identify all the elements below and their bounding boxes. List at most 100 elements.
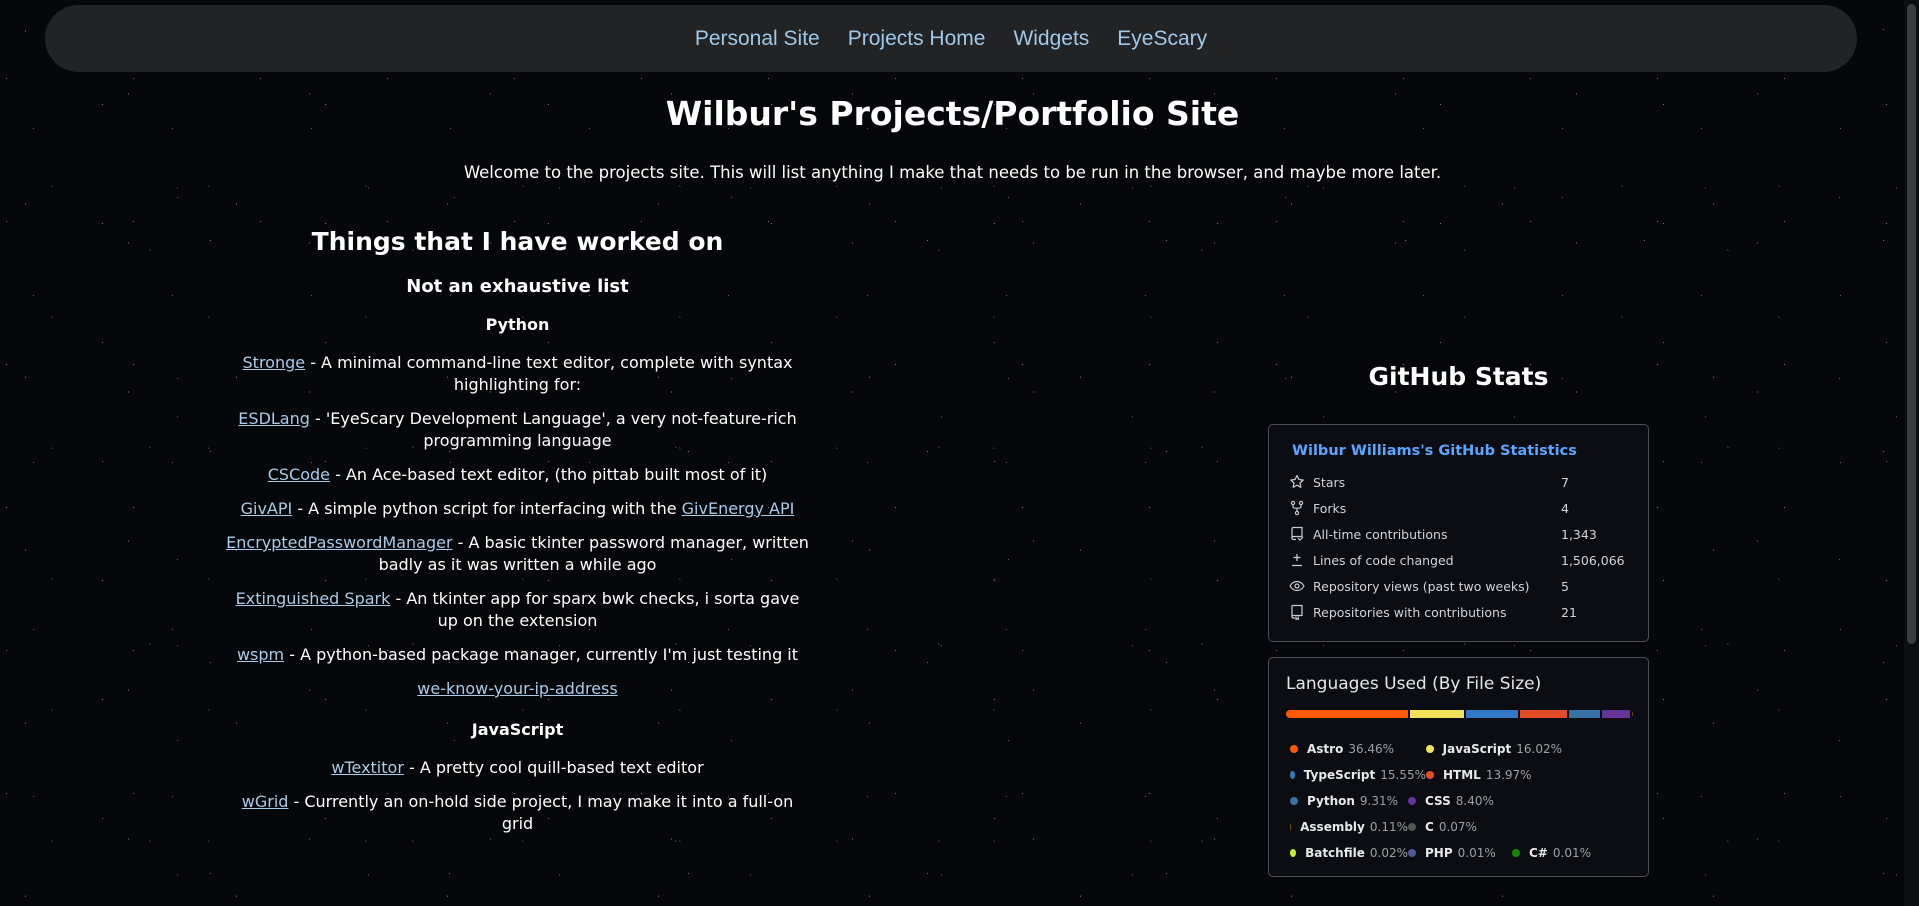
- scrollbar-thumb[interactable]: [1907, 4, 1916, 644]
- star-icon: [1289, 474, 1305, 490]
- repo-icon: [1289, 604, 1305, 620]
- stat-value: 4: [1561, 500, 1569, 516]
- github-stats-heading: GitHub Stats: [1368, 362, 1549, 391]
- legend-name: JavaScript: [1442, 742, 1512, 756]
- stat-label: Stars: [1313, 474, 1346, 490]
- language-bar-segment: [1465, 710, 1519, 718]
- legend-dot: [1512, 849, 1520, 857]
- stat-value: 21: [1561, 604, 1577, 620]
- legend-item-batchfile: Batchfile 0.02%: [1290, 846, 1408, 860]
- project-item-extinguished-spark: Extinguished Spark - An tkinter app for …: [210, 588, 825, 632]
- project-desc: - A minimal command-line text editor, co…: [305, 353, 793, 394]
- github-stats-card: Wilbur Williams's GitHub Statistics Star…: [1268, 424, 1649, 642]
- project-link-encryptedpasswordmanager[interactable]: EncryptedPasswordManager: [226, 533, 452, 552]
- project-item-cscode: CSCode - An Ace-based text editor, (tho …: [210, 464, 825, 486]
- stat-label: Repositories with contributions: [1313, 604, 1507, 620]
- projects-heading: Things that I have worked on: [311, 227, 724, 256]
- scrollbar-track[interactable]: [1904, 0, 1919, 906]
- project-item-wtextitor: wTextitor - A pretty cool quill-based te…: [210, 757, 825, 779]
- legend-name: CSS: [1425, 794, 1451, 808]
- language-bar-segment: [1568, 710, 1601, 718]
- legend-item-python: Python 9.31%: [1290, 794, 1408, 808]
- legend-item-astro: Astro 36.46%: [1290, 742, 1426, 756]
- project-desc: - Currently an on-hold side project, I m…: [288, 792, 794, 833]
- legend-pct: 0.07%: [1438, 820, 1477, 834]
- stats-card-title: Wilbur Williams's GitHub Statistics: [1292, 443, 1577, 459]
- legend-dot: [1290, 745, 1298, 753]
- legend-row: Python 9.31% CSS 8.40%: [1290, 788, 1640, 814]
- legend-dot: [1408, 797, 1416, 805]
- stat-value: 1,343: [1561, 526, 1597, 542]
- legend-row: Batchfile 0.02% PHP 0.01% C# 0.01%: [1290, 840, 1640, 866]
- legend-item-csharp: C# 0.01%: [1512, 846, 1630, 860]
- stat-label: All-time contributions: [1313, 526, 1448, 542]
- legend-name: PHP: [1425, 846, 1453, 860]
- eye-icon: [1289, 578, 1305, 594]
- project-link-extinguished-spark[interactable]: Extinguished Spark: [236, 589, 391, 608]
- projects-subheading: Not an exhaustive list: [406, 276, 629, 297]
- project-link-stronge[interactable]: Stronge: [243, 353, 306, 372]
- language-bar-segment: [1410, 710, 1464, 718]
- stat-value: 5: [1561, 578, 1569, 594]
- project-desc: - 'EyeScary Development Language', a ver…: [309, 409, 797, 450]
- project-item-wgrid: wGrid - Currently an on-hold side projec…: [210, 791, 825, 835]
- nav-link-widgets[interactable]: Widgets: [1011, 27, 1091, 51]
- language-bar-segment: [1286, 710, 1409, 718]
- legend-name: Batchfile: [1305, 846, 1365, 860]
- nav-link-eyescary[interactable]: EyeScary: [1115, 27, 1209, 51]
- stat-row-repo-views: Repository views (past two weeks) 5: [1289, 574, 1638, 598]
- legend-name: Astro: [1307, 742, 1344, 756]
- legend-item-javascript: JavaScript 16.02%: [1426, 742, 1562, 756]
- page-title: Wilbur's Projects/Portfolio Site: [665, 94, 1240, 133]
- nav-link-projects-home[interactable]: Projects Home: [846, 27, 988, 51]
- fork-icon: [1289, 500, 1305, 516]
- project-desc: - A simple python script for interfacing…: [292, 499, 682, 518]
- legend-pct: 8.40%: [1455, 794, 1494, 808]
- project-link-esdlang[interactable]: ESDLang: [238, 409, 310, 428]
- javascript-heading: JavaScript: [471, 720, 564, 739]
- languages-progress-bar: [1286, 710, 1633, 718]
- legend-item-css: CSS 8.40%: [1408, 794, 1544, 808]
- diff-icon: [1289, 552, 1305, 568]
- legend-pct: 0.01%: [1457, 846, 1496, 860]
- projects-section: Things that I have worked on Not an exha…: [210, 225, 825, 847]
- legend-pct: 15.55%: [1380, 768, 1426, 782]
- languages-card-title: Languages Used (By File Size): [1286, 674, 1542, 694]
- stat-row-stars: Stars 7: [1289, 470, 1638, 494]
- project-desc: - An Ace-based text editor, (tho pittab …: [329, 465, 768, 484]
- legend-name: C#: [1529, 846, 1548, 860]
- legend-item-c: C 0.07%: [1408, 820, 1544, 834]
- project-link-wtextitor[interactable]: wTextitor: [331, 758, 404, 777]
- welcome-text: Welcome to the projects site. This will …: [463, 163, 1442, 182]
- project-link-we-know-your-ip-address[interactable]: we-know-your-ip-address: [417, 679, 617, 698]
- project-desc: - A python-based package manager, curren…: [284, 645, 799, 664]
- legend-dot: [1290, 849, 1297, 857]
- project-link-cscode[interactable]: CSCode: [268, 465, 330, 484]
- stat-label: Repository views (past two weeks): [1313, 578, 1530, 594]
- project-link-wgrid[interactable]: wGrid: [242, 792, 289, 811]
- legend-item-html: HTML 13.97%: [1426, 768, 1562, 782]
- stat-value: 7: [1561, 474, 1569, 490]
- legend-dot: [1408, 823, 1416, 831]
- project-item-esdlang: ESDLang - 'EyeScary Development Language…: [210, 408, 825, 452]
- project-desc: - A pretty cool quill-based text editor: [403, 758, 704, 777]
- legend-row: TypeScript 15.55% HTML 13.97%: [1290, 762, 1640, 788]
- givenergy-api-link[interactable]: GivEnergy API: [682, 499, 795, 518]
- legend-dot: [1408, 849, 1416, 857]
- legend-item-typescript: TypeScript 15.55%: [1290, 768, 1426, 782]
- legend-pct: 0.02%: [1369, 846, 1408, 860]
- project-link-wspm[interactable]: wspm: [237, 645, 284, 664]
- stat-value: 1,506,066: [1561, 552, 1625, 568]
- legend-name: C: [1425, 820, 1434, 834]
- legend-pct: 9.31%: [1359, 794, 1399, 808]
- language-bar-segment: [1520, 710, 1567, 718]
- legend-pct: 16.02%: [1516, 742, 1562, 756]
- legend-name: Python: [1307, 794, 1355, 808]
- project-item-stronge: Stronge - A minimal command-line text ed…: [210, 352, 825, 396]
- languages-legend: Astro 36.46% JavaScript 16.02% TypeScript 1…: [1290, 736, 1640, 866]
- legend-dot: [1426, 745, 1434, 753]
- legend-name: TypeScript: [1303, 768, 1376, 782]
- project-link-givapi[interactable]: GivAPI: [241, 499, 293, 518]
- legend-name: Assembly: [1300, 820, 1365, 834]
- nav-link-personal-site[interactable]: Personal Site: [693, 27, 822, 51]
